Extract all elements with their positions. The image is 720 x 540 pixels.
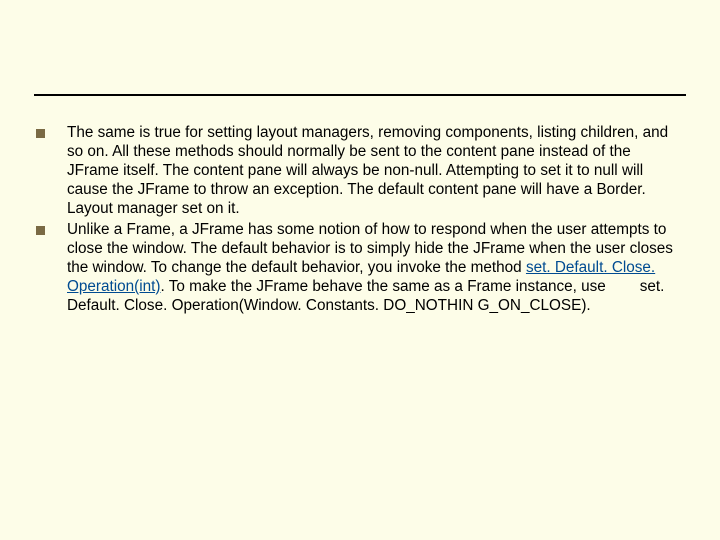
list-item: Unlike a Frame, a JFrame has some notion… (36, 221, 682, 316)
square-bullet-icon (36, 226, 45, 235)
bullet-text: Unlike a Frame, a JFrame has some notion… (67, 221, 682, 316)
slide: The same is true for setting layout mana… (0, 0, 720, 540)
content-area: The same is true for setting layout mana… (34, 124, 686, 316)
square-bullet-icon (36, 129, 45, 138)
list-item: The same is true for setting layout mana… (36, 124, 682, 219)
title-separator (34, 28, 686, 96)
bullet-text: The same is true for setting layout mana… (67, 124, 682, 219)
